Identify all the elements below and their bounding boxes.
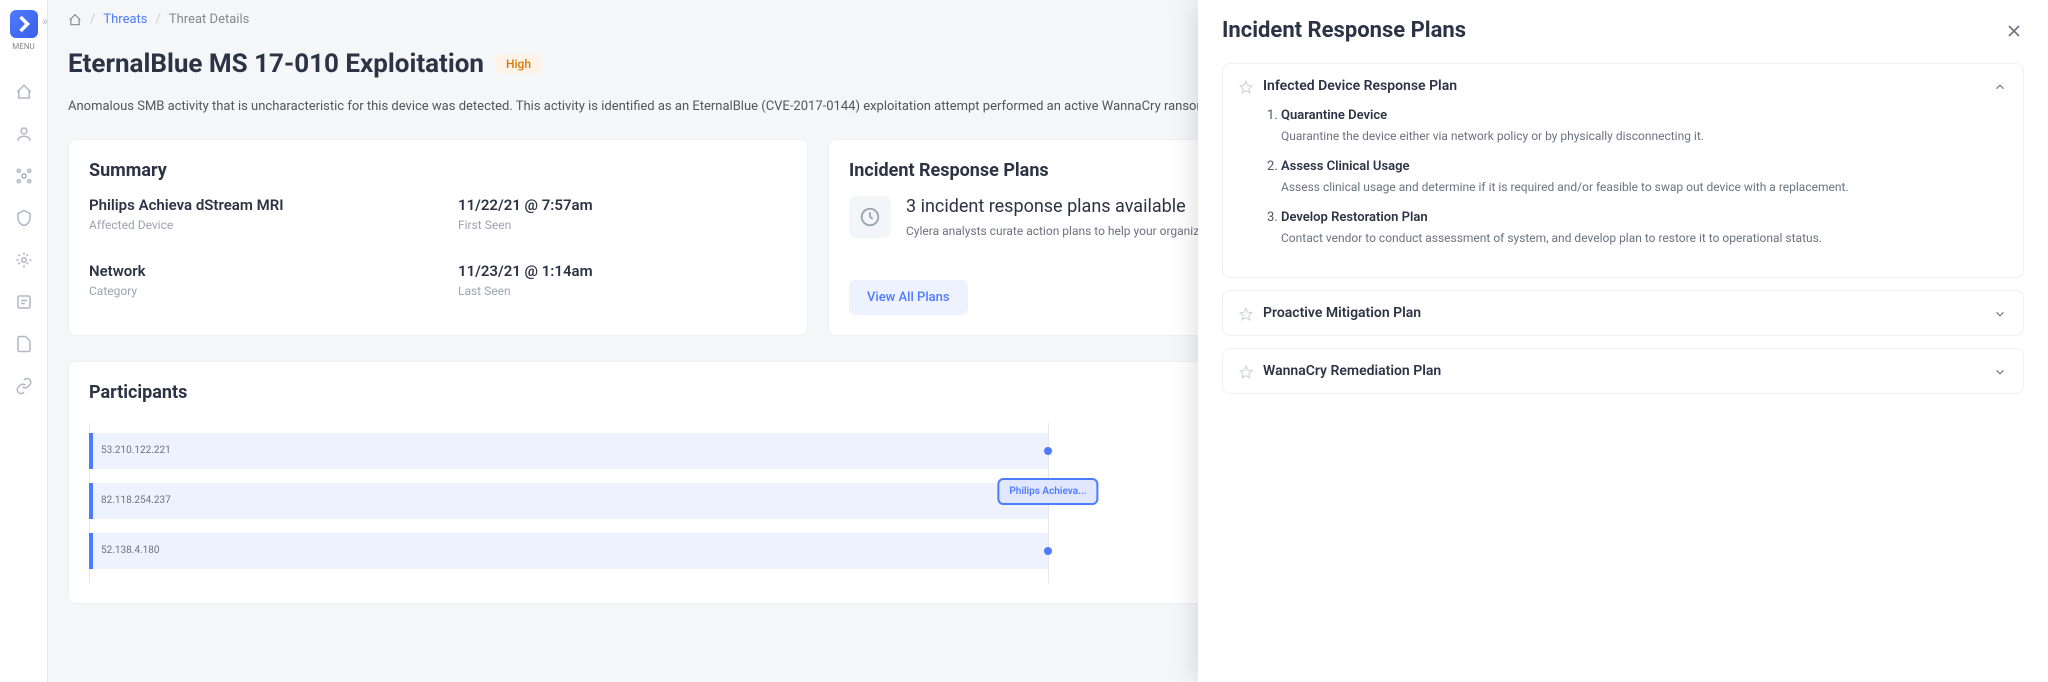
first-seen-value: 11/22/21 @ 7:57am (458, 196, 787, 214)
plan-header[interactable]: Infected Device Response Plan (1223, 64, 2023, 108)
nav-user-icon[interactable] (15, 125, 33, 143)
breadcrumb-sep: / (90, 12, 95, 27)
menu-label: MENU (12, 42, 34, 51)
plan-wannacry-remediation: WannaCry Remediation Plan (1222, 348, 2024, 394)
last-seen-label: Last Seen (458, 284, 787, 298)
plan-step: Quarantine Device Quarantine the device … (1281, 108, 2007, 145)
flow-bar[interactable]: 52.138.4.180 (89, 533, 1048, 569)
nav-devices-icon[interactable] (15, 167, 33, 185)
plan-step: Develop Restoration Plan Contact vendor … (1281, 210, 2007, 247)
clock-icon (849, 196, 891, 238)
plan-proactive-mitigation: Proactive Mitigation Plan (1222, 290, 2024, 336)
plan-title: WannaCry Remediation Plan (1263, 363, 1983, 379)
chevron-down-icon (1993, 364, 2007, 378)
nav-reports-icon[interactable] (15, 293, 33, 311)
flow-bar[interactable]: 82.118.254.237 (89, 483, 1048, 519)
plan-infected-device: Infected Device Response Plan Quarantine… (1222, 63, 2024, 278)
flow-bar[interactable]: 53.210.122.221 (89, 433, 1048, 469)
star-icon[interactable] (1239, 79, 1253, 93)
flow-node-device[interactable]: Philips Achieva... (997, 478, 1098, 505)
brand-logo[interactable] (10, 10, 38, 38)
plan-title: Infected Device Response Plan (1263, 78, 1983, 94)
affected-device-value: Philips Achieva dStream MRI (89, 196, 418, 214)
drawer-title: Incident Response Plans (1222, 18, 1466, 43)
plan-title: Proactive Mitigation Plan (1263, 305, 1983, 321)
breadcrumb-current: Threat Details (169, 12, 249, 27)
summary-card: Summary Philips Achieva dStream MRI Affe… (68, 139, 808, 336)
chevron-up-icon (1993, 79, 2007, 93)
plan-step: Assess Clinical Usage Assess clinical us… (1281, 159, 2007, 196)
category-value: Network (89, 262, 418, 280)
expand-sidebar-icon[interactable]: » (42, 14, 48, 28)
breadcrumb-sep: / (156, 12, 161, 27)
nav-link-icon[interactable] (15, 377, 33, 395)
summary-title: Summary (89, 160, 787, 181)
irp-drawer: Incident Response Plans Infected Device … (1198, 0, 2048, 682)
star-icon[interactable] (1239, 306, 1253, 320)
nav-shield-icon[interactable] (15, 209, 33, 227)
plan-header[interactable]: Proactive Mitigation Plan (1223, 291, 2023, 335)
star-icon[interactable] (1239, 364, 1253, 378)
chevron-down-icon (1993, 306, 2007, 320)
first-seen-label: First Seen (458, 218, 787, 232)
page-title: EternalBlue MS 17-010 Exploitation (68, 49, 484, 79)
nav-file-icon[interactable] (15, 335, 33, 353)
home-icon[interactable] (68, 13, 82, 27)
nav-home-icon[interactable] (15, 83, 33, 101)
breadcrumb-threats[interactable]: Threats (103, 12, 147, 27)
nav-settings-icon[interactable] (15, 251, 33, 269)
plan-header[interactable]: WannaCry Remediation Plan (1223, 349, 2023, 393)
view-all-plans-button[interactable]: View All Plans (849, 280, 968, 315)
close-icon[interactable] (2004, 21, 2024, 41)
category-label: Category (89, 284, 418, 298)
affected-device-label: Affected Device (89, 218, 418, 232)
last-seen-value: 11/23/21 @ 1:14am (458, 262, 787, 280)
severity-badge: High (496, 54, 541, 74)
